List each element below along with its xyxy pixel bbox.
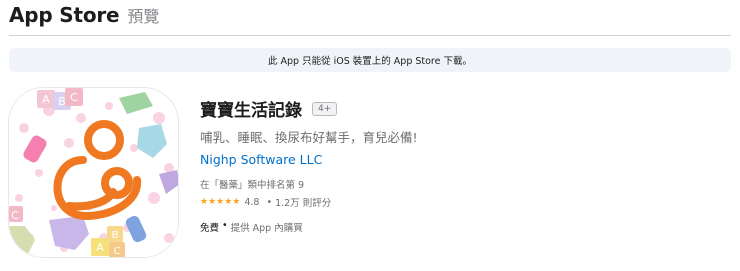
- app-store-brand[interactable]: App Store: [9, 3, 120, 27]
- rating-count: 1.2万 則評分: [275, 198, 332, 209]
- title-row: 寶寶生活記錄 4+: [200, 96, 418, 121]
- app-info: 寶寶生活記錄 4+ 哺乳、睡眠、換尿布好幫手，育兒必備! Nighp Softw…: [200, 96, 418, 234]
- baby-tracker-icon: A B C C A B C: [9, 88, 178, 257]
- app-icon: A B C C A B C: [8, 87, 179, 258]
- ios-only-banner: 此 App 只能從 iOS 裝置上的 App Store 下載。: [9, 48, 731, 72]
- block-letter-b-2: B: [112, 230, 119, 241]
- star-rating-icon: ★★★★★: [200, 197, 241, 207]
- price-row: 免費 • 提供 App 內購買: [200, 220, 418, 234]
- price-separator: •: [222, 220, 228, 231]
- app-title: 寶寶生活記錄: [200, 101, 302, 121]
- age-rating-badge: 4+: [312, 101, 338, 116]
- block-letter-c-1: C: [70, 91, 78, 104]
- block-letter-c-2: C: [11, 209, 19, 222]
- header-divider: [9, 35, 731, 36]
- in-app-purchase-label: 提供 App 內購買: [230, 223, 303, 234]
- rating-value: 4.8: [244, 196, 260, 208]
- developer-link[interactable]: Nighp Software LLC: [200, 152, 418, 167]
- rating-row: ★★★★★ 4.8 • 1.2万 則評分: [200, 195, 418, 210]
- rating-separator: •: [266, 196, 273, 208]
- app-subtitle: 哺乳、睡眠、換尿布好幫手，育兒必備!: [200, 130, 418, 145]
- preview-label: 預覽: [127, 7, 160, 26]
- block-letter-a-1: A: [42, 93, 50, 106]
- price-label: 免費: [200, 223, 220, 234]
- app-store-header: App Store 預覽: [9, 3, 159, 33]
- block-letter-c-3: C: [114, 246, 121, 257]
- banner-text: 此 App 只能從 iOS 裝置上的 App Store 下載。: [267, 56, 472, 67]
- block-letter-b-1: B: [58, 95, 66, 108]
- block-letter-a-2: A: [96, 241, 104, 254]
- category-rank[interactable]: 在「醫藥」類中排名第 9: [200, 177, 418, 191]
